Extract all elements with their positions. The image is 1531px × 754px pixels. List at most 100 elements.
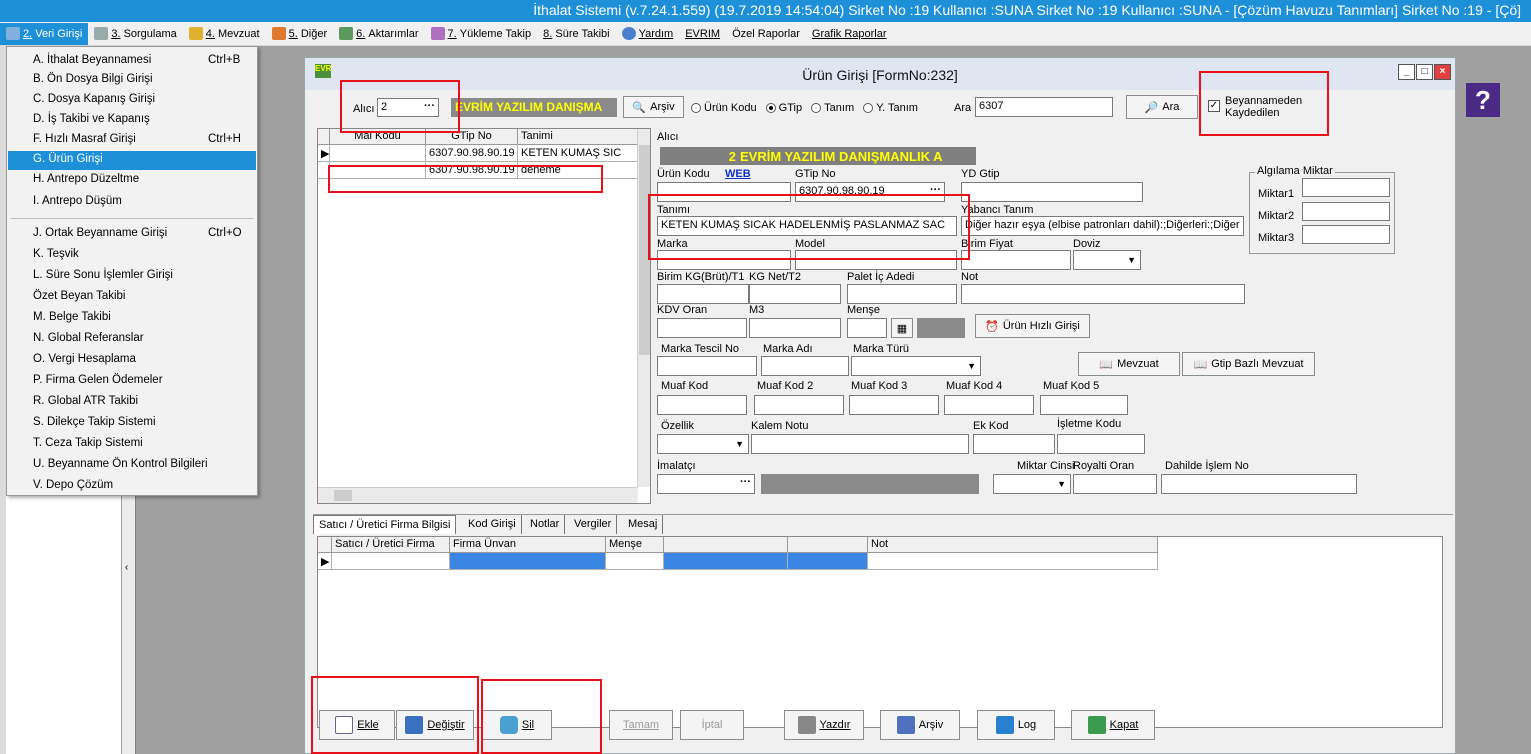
menu-item-antrepo-dusum[interactable]: I. Antrepo Düşüm [8, 193, 256, 212]
column-header[interactable]: Tanimi [518, 129, 638, 145]
minimize-button[interactable]: _ [1398, 64, 1415, 80]
menu-item-ithalat-beyannamesi[interactable]: A. İthalat Beyannamesi Ctrl+B [8, 52, 256, 71]
menu-evrim[interactable]: EVRIM [679, 23, 726, 45]
grid-cell[interactable] [330, 145, 426, 162]
tab-notlar[interactable]: Notlar [525, 515, 566, 534]
browse-dots-icon[interactable]: ··· [930, 184, 941, 196]
maximize-button[interactable]: □ [1416, 64, 1433, 80]
ara-button[interactable]: 🔎 Ara [1126, 95, 1198, 119]
ekle-button[interactable]: Ekle [319, 710, 395, 740]
vertical-scrollbar[interactable] [637, 129, 650, 487]
muaf-kod-input[interactable] [657, 395, 747, 415]
royalti-input[interactable] [1073, 474, 1157, 494]
urun-hizli-girisi-button[interactable]: ⏰ Ürün Hızlı Girişi [975, 314, 1090, 338]
menu-item-sure-sonu[interactable]: L. Süre Sonu İşlemler Girişi [8, 267, 256, 286]
grid-cell[interactable] [664, 553, 788, 570]
degistir-button[interactable]: Değiştir [396, 710, 474, 740]
horizontal-scrollbar[interactable] [318, 487, 638, 503]
grid-cell[interactable]: KETEN KUMAŞ SIC [518, 145, 638, 162]
urun-kodu-input[interactable] [657, 182, 791, 202]
radio-urun-kodu[interactable] [691, 103, 701, 114]
grid-cell[interactable] [788, 553, 868, 570]
menu-item-ortak-beyanname[interactable]: J. Ortak Beyanname Girişi Ctrl+O [8, 225, 256, 244]
menu-veri-girisi[interactable]: 2. Veri Girişi [0, 22, 89, 45]
miktar1-input[interactable] [1302, 178, 1390, 197]
grid-cell[interactable]: deneme [518, 162, 638, 179]
radio-y-tanim[interactable] [863, 103, 874, 114]
web-link[interactable]: WEB [725, 168, 751, 180]
mevzuat-button[interactable]: 📖 Mevzuat [1078, 352, 1180, 376]
muaf-kod-3-input[interactable] [849, 395, 939, 415]
menu-item-global-referanslar[interactable]: N. Global Referanslar [8, 330, 256, 349]
mense-input[interactable] [847, 318, 887, 338]
kalem-notu-input[interactable] [751, 434, 969, 454]
menu-ozel-raporlar[interactable]: Özel Raporlar [726, 23, 806, 45]
menu-item-is-takibi[interactable]: D. İş Takibi ve Kapanış [8, 111, 256, 130]
menu-item-on-kontrol[interactable]: U. Beyanname Ön Kontrol Bilgileri [8, 456, 256, 475]
menu-item-hizli-masraf[interactable]: F. Hızlı Masraf Girişi Ctrl+H [8, 131, 256, 150]
imalatci-input[interactable]: ··· [657, 474, 755, 494]
menu-item-tesvik[interactable]: K. Teşvik [8, 246, 256, 265]
menu-yardim[interactable]: Yardım [616, 23, 680, 45]
column-header[interactable]: Menşe [606, 537, 664, 553]
radio-tanim[interactable] [811, 103, 822, 114]
menu-yukleme-takip[interactable]: 7. Yükleme Takip [425, 23, 538, 45]
ozellik-select[interactable]: ▼ [657, 434, 749, 454]
marka-input[interactable] [657, 250, 791, 270]
menu-sorgulama[interactable]: 3. Sorgulama [88, 23, 182, 45]
marka-turu-select[interactable]: ▼ [851, 356, 981, 376]
doviz-select[interactable]: ▼ [1073, 250, 1141, 270]
menu-item-antrepo-duzeltme[interactable]: H. Antrepo Düzeltme [8, 171, 256, 190]
menu-item-depo-cozum[interactable]: V. Depo Çözüm [8, 477, 256, 496]
arsiv-search-button[interactable]: 🔍 Arşiv [623, 96, 684, 118]
beyanname-checkbox[interactable]: ✓ [1208, 100, 1220, 112]
calendar-icon[interactable]: ▦ [891, 318, 913, 338]
radio-gtip[interactable] [765, 103, 776, 114]
menu-item-firma-gelen[interactable]: P. Firma Gelen Ödemeler [8, 372, 256, 391]
browse-dots-icon[interactable]: ··· [740, 476, 751, 488]
miktar3-input[interactable] [1302, 225, 1390, 244]
menu-item-ceza-takip[interactable]: T. Ceza Takip Sistemi [8, 435, 256, 454]
kdv-input[interactable] [657, 318, 747, 338]
log-button[interactable]: Log [977, 710, 1055, 740]
menu-item-on-dosya[interactable]: B. Ön Dosya Bilgi Girişi [8, 71, 256, 90]
grid-cell[interactable] [330, 162, 426, 179]
tanimi-input[interactable]: KETEN KUMAŞ SICAK HADELENMİŞ PASLANMAZ S… [657, 216, 957, 236]
alici-input[interactable]: 2 ··· [377, 98, 439, 117]
muaf-kod-5-input[interactable] [1040, 395, 1128, 415]
menu-item-global-atr[interactable]: R. Global ATR Takibi [8, 393, 256, 412]
gtip-no-input[interactable]: 6307.90.98.90.19 ··· [795, 182, 945, 202]
menu-aktarimlar[interactable]: 6. Aktarımlar [333, 23, 424, 45]
menu-item-belge-takibi[interactable]: M. Belge Takibi [8, 309, 256, 328]
column-header[interactable]: Mal Kodu [330, 129, 426, 145]
tab-mesaj[interactable]: Mesaj [623, 515, 664, 534]
gtip-bazli-mevzuat-button[interactable]: 📖 Gtip Bazlı Mevzuat [1182, 352, 1315, 376]
scrollbar-thumb[interactable] [639, 145, 650, 355]
browse-dots-icon[interactable]: ··· [424, 100, 435, 112]
grid-cell[interactable] [606, 553, 664, 570]
menu-sure-takibi[interactable]: 8. Süre Takibi [537, 23, 615, 45]
kapat-button[interactable]: Kapat [1071, 710, 1155, 740]
arsiv-button[interactable]: Arşiv [880, 710, 960, 740]
column-header[interactable]: GTip No [426, 129, 518, 145]
tab-kod-girisi[interactable]: Kod Girişi [463, 515, 522, 534]
column-header[interactable] [664, 537, 788, 553]
not-input[interactable] [961, 284, 1245, 304]
menu-item-dosya-kapanis[interactable]: C. Dosya Kapanış Girişi [8, 91, 256, 110]
tab-satici[interactable]: Satıcı / Üretici Firma Bilgisi [313, 515, 457, 534]
menu-grafik-raporlar[interactable]: Grafik Raporlar [806, 23, 893, 45]
kg-net-input[interactable] [749, 284, 841, 304]
tamam-button[interactable]: Tamam [609, 710, 673, 740]
sil-button[interactable]: Sil [482, 710, 552, 740]
menu-item-urun-girisi[interactable]: G. Ürün Girişi [8, 151, 256, 170]
iptal-button[interactable]: İptal [680, 710, 744, 740]
menu-item-ozet-beyan[interactable]: Özet Beyan Takibi [8, 288, 256, 307]
ara-input[interactable]: 6307 [975, 97, 1113, 117]
dahilde-input[interactable] [1161, 474, 1357, 494]
column-header[interactable]: Not [868, 537, 1158, 553]
close-button[interactable]: × [1434, 64, 1451, 80]
column-header[interactable]: Satıcı / Üretici Firma [332, 537, 450, 553]
m3-input[interactable] [749, 318, 841, 338]
menu-item-vergi-hesaplama[interactable]: O. Vergi Hesaplama [8, 351, 256, 370]
help-question-icon[interactable]: ? [1466, 83, 1500, 117]
